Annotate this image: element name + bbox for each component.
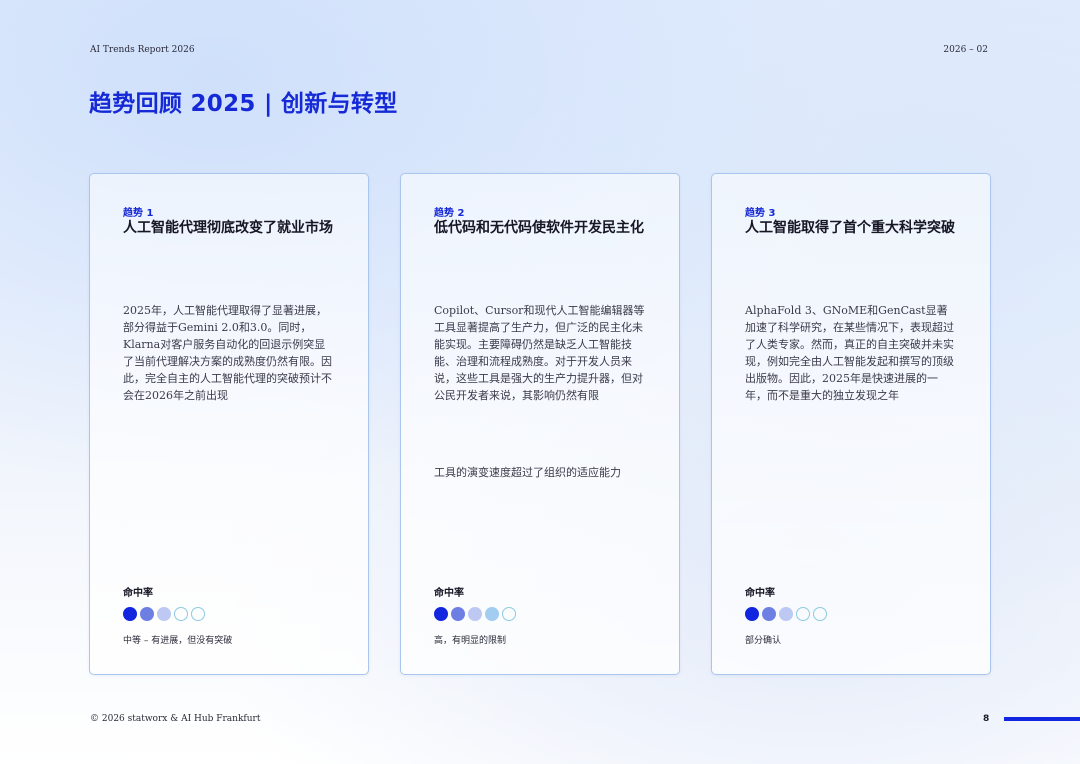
hit-rate-dot-filled — [140, 607, 154, 621]
trend-body: Copilot、Cursor和现代人工智能编辑器等工具显著提高了生产力，但广泛的… — [434, 304, 645, 402]
trend-extra: 工具的演变速度超过了组织的适应能力 — [434, 466, 621, 479]
trend-card-3: 趋势 3 人工智能取得了首个重大科学突破 AlphaFold 3、GNoME和G… — [711, 173, 991, 675]
hit-rate-label: 命中率 — [745, 588, 775, 599]
hit-rate-dot-filled — [451, 607, 465, 621]
hit-rate-label: 命中率 — [123, 588, 153, 599]
hit-rate-description: 部分确认 — [745, 636, 782, 646]
page-reference: 2026 – 02 — [943, 45, 988, 55]
hit-rate-dot-filled — [762, 607, 776, 621]
hit-rate-description: 中等 – 有进展，但没有突破 — [123, 636, 233, 646]
hit-rate-dot-empty — [813, 607, 827, 621]
trend-label: 趋势 2 — [434, 208, 465, 219]
trend-title: 人工智能代理彻底改变了就业市场 — [123, 220, 333, 236]
hit-rate-dots — [434, 607, 516, 621]
hit-rate-dot-filled — [745, 607, 759, 621]
trend-card-2: 趋势 2 低代码和无代码使软件开发民主化 Copilot、Cursor和现代人工… — [400, 173, 680, 675]
hit-rate-dot-filled — [157, 607, 171, 621]
trend-title: 低代码和无代码使软件开发民主化 — [434, 220, 644, 236]
footer-accent-bar — [1004, 717, 1080, 721]
trend-label: 趋势 1 — [123, 208, 154, 219]
trend-cards: 趋势 1 人工智能代理彻底改变了就业市场 2025年，人工智能代理取得了显著进展… — [89, 173, 991, 675]
page-number: 8 — [983, 714, 990, 724]
trend-body: 2025年，人工智能代理取得了显著进展，部分得益于Gemini 2.0和3.0。… — [123, 304, 332, 402]
report-name: AI Trends Report 2026 — [90, 45, 195, 55]
hit-rate-dot-filled — [779, 607, 793, 621]
hit-rate-dot-filled — [485, 607, 499, 621]
hit-rate-dot-empty — [191, 607, 205, 621]
page-title: 趋势回顾 2025 | 创新与转型 — [89, 91, 398, 117]
trend-label: 趋势 3 — [745, 208, 776, 219]
hit-rate-dot-empty — [796, 607, 810, 621]
footer-copyright: © 2026 statworx & AI Hub Frankfurt — [90, 714, 261, 724]
hit-rate-dot-filled — [468, 607, 482, 621]
hit-rate-dot-filled — [123, 607, 137, 621]
hit-rate-dot-filled — [434, 607, 448, 621]
hit-rate-dots — [123, 607, 205, 621]
hit-rate-dot-empty — [502, 607, 516, 621]
hit-rate-description: 高，有明显的限制 — [434, 636, 507, 646]
trend-card-1: 趋势 1 人工智能代理彻底改变了就业市场 2025年，人工智能代理取得了显著进展… — [89, 173, 369, 675]
hit-rate-dot-empty — [174, 607, 188, 621]
trend-body: AlphaFold 3、GNoME和GenCast显著加速了科学研究，在某些情况… — [745, 304, 954, 402]
trend-title: 人工智能取得了首个重大科学突破 — [745, 220, 955, 236]
hit-rate-label: 命中率 — [434, 588, 464, 599]
hit-rate-dots — [745, 607, 827, 621]
